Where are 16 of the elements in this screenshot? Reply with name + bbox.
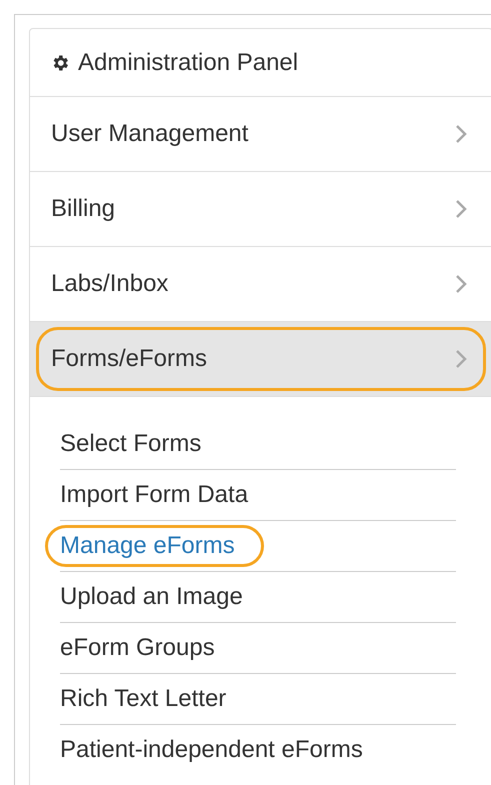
submenu-link[interactable]: Patient-independent eForms bbox=[45, 729, 392, 771]
submenu-link[interactable]: Rich Text Letter bbox=[45, 678, 256, 720]
menu-item[interactable]: Labs/Inbox bbox=[36, 252, 486, 316]
chevron-right-icon bbox=[455, 199, 467, 219]
menu-item[interactable]: Billing bbox=[36, 177, 486, 241]
submenu-link[interactable]: Import Form Data bbox=[45, 474, 278, 516]
panel-title: Administration Panel bbox=[78, 48, 298, 76]
chevron-right-icon bbox=[455, 274, 467, 294]
chevron-right-icon bbox=[455, 124, 467, 144]
menu-item[interactable]: Forms/eForms bbox=[36, 327, 486, 391]
submenu-link[interactable]: Select Forms bbox=[45, 423, 230, 465]
chevron-right-icon bbox=[455, 349, 467, 369]
menu-item[interactable]: User Management bbox=[36, 102, 486, 166]
submenu-link[interactable]: eForm Groups bbox=[45, 627, 244, 669]
submenu-link[interactable]: Manage eForms bbox=[45, 525, 264, 567]
submenu-link[interactable]: Upload an Image bbox=[45, 576, 272, 618]
